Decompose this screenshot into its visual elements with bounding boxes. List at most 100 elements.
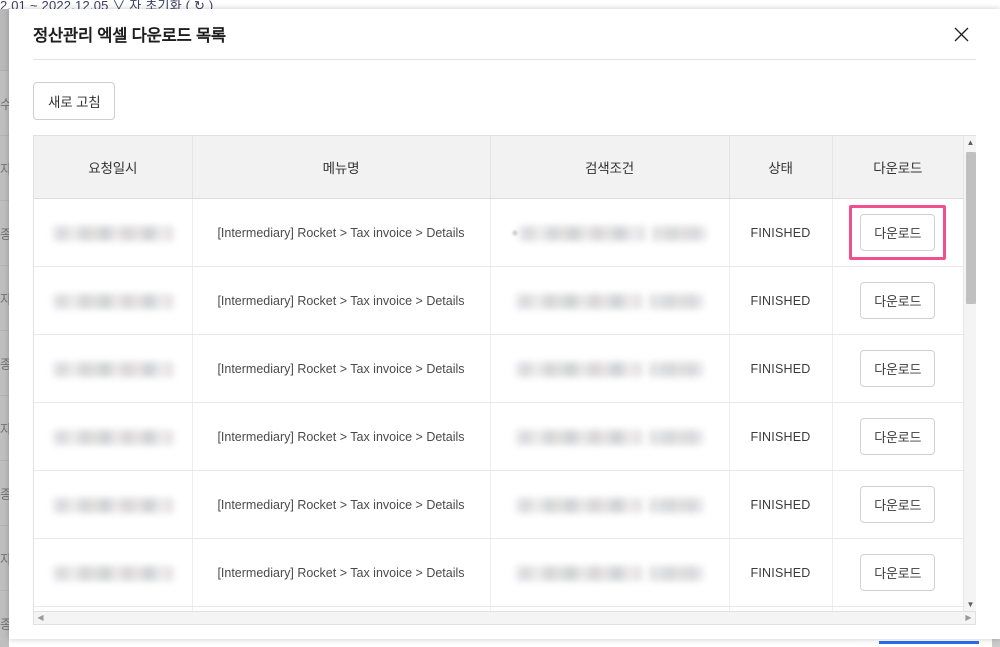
redacted-timestamp (52, 429, 173, 445)
status-text: FINISHED (750, 362, 811, 376)
redacted-condition (516, 361, 642, 377)
status-text: FINISHED (750, 294, 811, 308)
table-row: [Intermediary] Rocket > Tax invoice > De… (34, 606, 963, 611)
modal-backdrop-left (0, 9, 9, 647)
cell-menu: [Intermediary] Rocket > Tax invoice > De… (192, 266, 491, 335)
cell-requested-at (34, 334, 193, 403)
download-button[interactable]: 다운로드 (860, 486, 936, 523)
redacted-condition (516, 293, 642, 309)
scroll-down-icon[interactable]: ▼ (964, 598, 977, 611)
dialog-body: 새로 고침 요청일시 메뉴명 검색조건 상태 다운로드 [Intermediar… (9, 60, 1000, 625)
horizontal-scrollbar-thumb[interactable] (48, 613, 958, 622)
table-header-row: 요청일시 메뉴명 검색조건 상태 다운로드 (34, 136, 963, 199)
cell-menu: [Intermediary] Rocket > Tax invoice > De… (192, 198, 491, 267)
cell-condition (490, 538, 730, 607)
download-button[interactable]: 다운로드 (860, 282, 936, 319)
cell-download: 다운로드 (832, 538, 963, 607)
cell-menu: [Intermediary] Rocket > Tax invoice > De… (192, 538, 491, 607)
background-date-filter-text: 2.01 ~ 2022.12.05 ∨ 자 초기화 ( ↻ ) (0, 0, 214, 9)
status-text: FINISHED (750, 430, 811, 444)
column-header-status: 상태 (729, 136, 833, 199)
cell-requested-at (34, 402, 193, 471)
excel-download-list-dialog: 정산관리 엑셀 다운로드 목록 새로 고침 요청일시 메뉴명 검색조건 상태 다… (9, 9, 1000, 639)
menu-path-text: [Intermediary] Rocket > Tax invoice > De… (217, 498, 465, 512)
menu-path-text: [Intermediary] Rocket > Tax invoice > De… (217, 226, 465, 240)
table-row: [Intermediary] Rocket > Tax invoice > De… (34, 402, 963, 471)
scroll-up-icon[interactable]: ▲ (964, 136, 977, 149)
cell-download: 다운로드 (832, 266, 963, 335)
download-cell-inner: 다운로드 (852, 276, 943, 325)
cell-requested-at (34, 266, 193, 335)
download-highlight-box: 다운로드 (849, 205, 947, 260)
cell-status: FINISHED (729, 334, 833, 403)
download-button[interactable]: 다운로드 (860, 554, 936, 591)
redacted-condition-extra (649, 565, 703, 581)
vertical-scrollbar[interactable]: ▲ ▼ (963, 136, 976, 611)
menu-path-text: [Intermediary] Rocket > Tax invoice > De… (217, 566, 465, 580)
redacted-condition-extra (649, 361, 703, 377)
cell-download: 다운로드 (832, 198, 963, 267)
cell-condition (490, 470, 730, 539)
download-button[interactable]: 다운로드 (860, 418, 936, 455)
cell-menu: [Intermediary] Rocket > Tax invoice > De… (192, 334, 491, 403)
dialog-toolbar: 새로 고침 (33, 60, 976, 135)
cell-download: 다운로드 (832, 334, 963, 403)
cell-menu: [Intermediary] Rocket > Tax invoice > De… (192, 402, 491, 471)
menu-path-text: [Intermediary] Rocket > Tax invoice > De… (217, 294, 465, 308)
background-primary-button-edge[interactable] (879, 641, 979, 644)
cell-requested-at (34, 538, 193, 607)
cell-requested-at (34, 198, 193, 267)
table-row: [Intermediary] Rocket > Tax invoice > De… (34, 470, 963, 539)
cell-condition (490, 402, 730, 471)
cell-menu: [Intermediary] Rocket > Tax invoice > De… (192, 606, 491, 611)
download-button[interactable]: 다운로드 (860, 214, 936, 251)
redacted-condition (516, 497, 642, 513)
background-date-filter-bar: 2.01 ~ 2022.12.05 ∨ 자 초기화 ( ↻ ) (0, 0, 1000, 9)
vertical-scrollbar-thumb[interactable] (966, 152, 976, 304)
download-cell-inner: 다운로드 (852, 480, 943, 529)
cell-status: FINISHED (729, 266, 833, 335)
redacted-condition-extra (652, 225, 706, 241)
column-header-download: 다운로드 (832, 136, 963, 199)
column-header-condition: 검색조건 (490, 136, 730, 199)
download-table-container: 요청일시 메뉴명 검색조건 상태 다운로드 [Intermediary] Roc… (33, 135, 976, 612)
column-header-menu: 메뉴명 (192, 136, 491, 199)
column-header-requested-at: 요청일시 (34, 136, 193, 199)
status-text: FINISHED (750, 566, 811, 580)
redacted-condition (516, 429, 642, 445)
table-row: [Intermediary] Rocket > Tax invoice > De… (34, 334, 963, 403)
cell-requested-at (34, 606, 193, 611)
scroll-left-icon[interactable]: ◀ (34, 612, 47, 623)
cell-download: 다운로드 (832, 606, 963, 611)
table-row: [Intermediary] Rocket > Tax invoice > De… (34, 266, 963, 335)
status-text: FINISHED (750, 498, 811, 512)
cell-condition (490, 606, 730, 611)
download-table: 요청일시 메뉴명 검색조건 상태 다운로드 [Intermediary] Roc… (34, 136, 963, 611)
redacted-timestamp (52, 497, 173, 513)
cell-download: 다운로드 (832, 470, 963, 539)
redacted-condition (516, 565, 642, 581)
dialog-title: 정산관리 엑셀 다운로드 목록 (33, 27, 226, 45)
download-table-scroll-area: 요청일시 메뉴명 검색조건 상태 다운로드 [Intermediary] Roc… (34, 136, 963, 611)
redacted-timestamp (52, 565, 173, 581)
cell-condition (490, 334, 730, 403)
menu-path-text: [Intermediary] Rocket > Tax invoice > De… (217, 362, 465, 376)
table-row: [Intermediary] Rocket > Tax invoice > De… (34, 198, 963, 267)
cell-menu: [Intermediary] Rocket > Tax invoice > De… (192, 470, 491, 539)
refresh-button[interactable]: 새로 고침 (33, 82, 116, 120)
cell-status: FINISHED (729, 606, 833, 611)
download-cell-inner: 다운로드 (852, 548, 943, 597)
close-icon[interactable] (948, 21, 974, 47)
cell-condition (490, 198, 730, 267)
scroll-right-icon[interactable]: ▶ (962, 612, 975, 623)
download-cell-inner: 다운로드 (852, 412, 943, 461)
redacted-timestamp (52, 361, 173, 377)
redacted-condition-extra (649, 293, 703, 309)
cell-requested-at (34, 470, 193, 539)
redacted-timestamp (52, 293, 173, 309)
menu-path-text: [Intermediary] Rocket > Tax invoice > De… (217, 430, 465, 444)
download-button[interactable]: 다운로드 (860, 350, 936, 387)
cell-status: FINISHED (729, 538, 833, 607)
horizontal-scrollbar[interactable]: ◀ ▶ (33, 612, 976, 625)
redacted-condition-marker (513, 231, 517, 236)
